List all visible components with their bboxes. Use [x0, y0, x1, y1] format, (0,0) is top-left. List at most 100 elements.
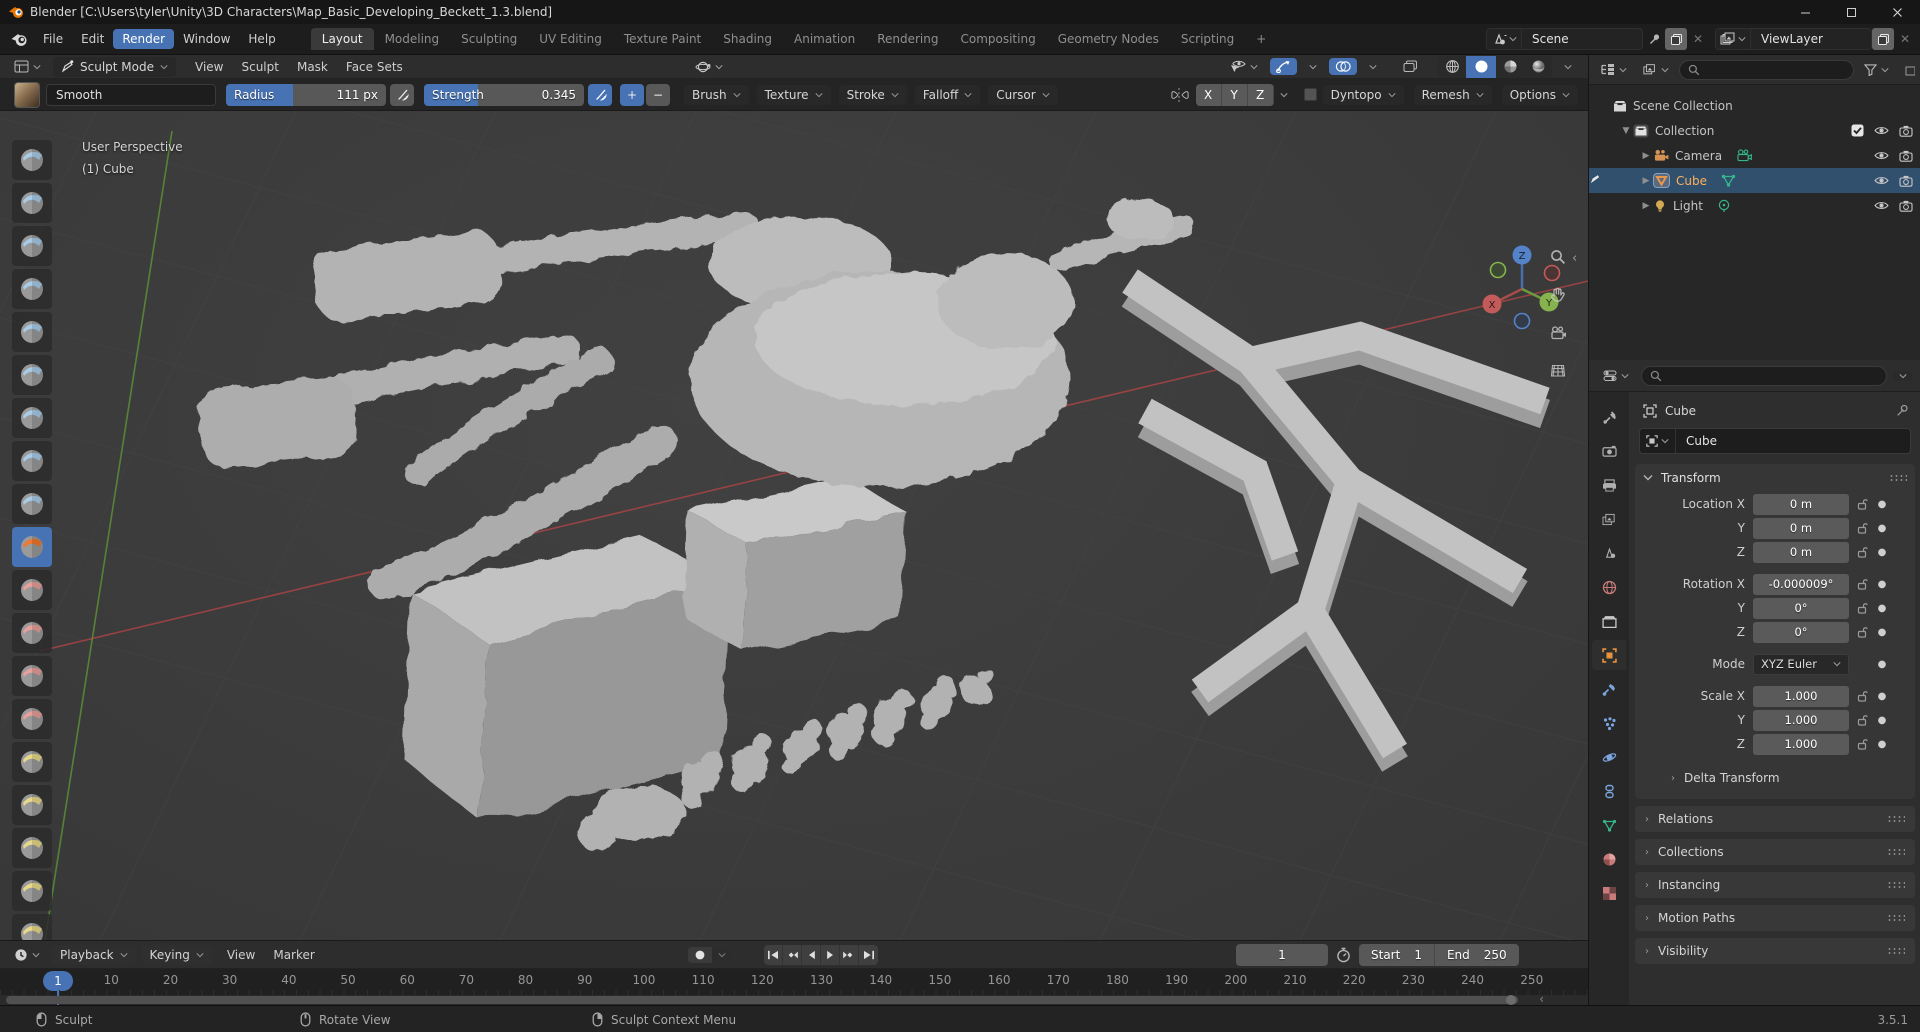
symmetry-z-toggle[interactable]: Z — [1248, 84, 1274, 106]
timeline-menu-view[interactable]: View — [218, 945, 264, 965]
panel-grip[interactable] — [1887, 848, 1905, 856]
brush-thumbnail[interactable] — [14, 82, 40, 108]
frame-tick-110[interactable]: 110 — [692, 973, 715, 987]
properties-search-input[interactable] — [1641, 366, 1887, 386]
lock-open-icon[interactable] — [1849, 738, 1875, 750]
frame-tick-60[interactable]: 60 — [400, 973, 415, 987]
brush-multiplane-scrape[interactable] — [12, 656, 52, 696]
animate-dot[interactable]: ● — [1875, 659, 1889, 670]
frame-tick-30[interactable]: 30 — [222, 973, 237, 987]
menu-file[interactable]: File — [34, 29, 72, 49]
frame-tick-70[interactable]: 70 — [459, 973, 474, 987]
timeline-editor-selector[interactable] — [8, 946, 46, 964]
timeline-menu-marker[interactable]: Marker — [264, 945, 323, 965]
transform-value-field[interactable]: 0 m — [1753, 542, 1849, 563]
shading-wireframe-button[interactable] — [1438, 56, 1466, 78]
workspace-tab-modeling[interactable]: Modeling — [374, 28, 451, 50]
eye-toggle-icon[interactable] — [1874, 175, 1889, 186]
frame-tick-210[interactable]: 210 — [1284, 973, 1307, 987]
outliner-item-label[interactable]: Camera — [1675, 149, 1722, 163]
current-frame-field[interactable]: 1 — [1236, 944, 1328, 966]
transform-value-field[interactable]: 0° — [1753, 598, 1849, 619]
outliner-row-camera[interactable]: ▶Camera — [1589, 143, 1920, 168]
workspace-tab-layout[interactable]: Layout — [311, 28, 374, 50]
properties-tab-view-layer[interactable] — [1592, 504, 1626, 534]
outliner-item-label[interactable]: Cube — [1676, 174, 1707, 188]
frame-tick-200[interactable]: 200 — [1224, 973, 1247, 987]
new-collection-button[interactable] — [1899, 62, 1915, 78]
add-workspace-button[interactable]: + — [1245, 28, 1277, 50]
timeline-scrollbar[interactable] — [6, 996, 1518, 1004]
viewport-menu-face-sets[interactable]: Face Sets — [337, 57, 412, 77]
properties-tab-texture[interactable] — [1592, 878, 1626, 908]
shading-solid-button[interactable] — [1466, 56, 1496, 78]
direction-subtract-button[interactable]: − — [646, 84, 670, 106]
jump-to-end-button[interactable] — [859, 945, 878, 965]
properties-tab-object[interactable] — [1592, 640, 1626, 670]
lock-open-icon[interactable] — [1849, 522, 1875, 534]
show-overlays-toggle[interactable] — [1329, 58, 1357, 75]
frame-tick-170[interactable]: 170 — [1047, 973, 1070, 987]
strength-pressure-toggle[interactable] — [588, 84, 612, 106]
outliner-item-label[interactable]: Light — [1673, 199, 1703, 213]
brush-snake-hook[interactable] — [12, 828, 52, 868]
new-scene-button[interactable] — [1665, 28, 1687, 50]
play-button[interactable] — [821, 945, 840, 965]
frame-tick-140[interactable]: 140 — [869, 973, 892, 987]
properties-tab-object-data[interactable] — [1592, 810, 1626, 840]
frame-tick-10[interactable]: 10 — [104, 973, 119, 987]
lock-open-icon[interactable] — [1849, 690, 1875, 702]
gizmo-z-neg[interactable] — [1515, 314, 1530, 329]
panel-instancing[interactable]: ›Instancing — [1635, 872, 1915, 898]
frame-tick-20[interactable]: 20 — [163, 973, 178, 987]
disclosure-triangle-icon[interactable]: ▶ — [1639, 201, 1653, 211]
frame-tick-180[interactable]: 180 — [1106, 973, 1129, 987]
lock-open-icon[interactable] — [1849, 578, 1875, 590]
new-viewlayer-button[interactable] — [1872, 28, 1894, 50]
lock-open-icon[interactable] — [1849, 626, 1875, 638]
grid-view-icon[interactable] — [1546, 359, 1570, 383]
viewport-menu-sculpt[interactable]: Sculpt — [232, 57, 287, 77]
frame-tick-190[interactable]: 190 — [1165, 973, 1188, 987]
brush-draw[interactable] — [12, 140, 52, 180]
animate-dot[interactable]: ● — [1875, 603, 1889, 614]
symmetry-x-toggle[interactable]: X — [1196, 84, 1222, 106]
radius-pressure-toggle[interactable] — [390, 84, 414, 106]
panel-grip[interactable] — [1887, 815, 1905, 823]
brush-scrape[interactable] — [12, 613, 52, 653]
eye-toggle-icon[interactable] — [1874, 200, 1889, 211]
properties-tab-physics[interactable] — [1592, 742, 1626, 772]
end-frame-field[interactable]: End250 — [1435, 944, 1519, 966]
brush-pose[interactable] — [12, 914, 52, 940]
properties-tab-tool[interactable] — [1592, 402, 1626, 432]
object-name-field[interactable]: Cube — [1639, 428, 1911, 454]
workspace-tab-animation[interactable]: Animation — [783, 28, 866, 50]
panel-grip[interactable] — [1887, 914, 1905, 922]
gizmo-y-neg[interactable] — [1491, 263, 1506, 278]
cursor-popover[interactable]: Cursor — [988, 85, 1057, 105]
next-keyframe-button[interactable] — [840, 945, 859, 965]
maximize-button[interactable] — [1828, 0, 1874, 24]
eye-toggle-icon[interactable] — [1874, 125, 1889, 136]
animate-dot[interactable]: ● — [1875, 547, 1889, 558]
menu-render[interactable]: Render — [113, 29, 174, 49]
radius-slider[interactable]: Radius111 px — [226, 84, 386, 106]
properties-tab-material[interactable] — [1592, 844, 1626, 874]
brush-draw-sharp[interactable] — [12, 183, 52, 223]
symmetry-y-toggle[interactable]: Y — [1222, 84, 1248, 106]
brush-flatten[interactable] — [12, 570, 52, 610]
direction-add-button[interactable]: + — [620, 84, 644, 106]
strength-slider[interactable]: Strength0.345 — [424, 84, 584, 106]
properties-tab-render[interactable] — [1592, 436, 1626, 466]
frame-tick-80[interactable]: 80 — [518, 973, 533, 987]
outliner-row-light[interactable]: ▶ Light — [1589, 193, 1920, 218]
properties-tab-constraints[interactable] — [1592, 776, 1626, 806]
properties-tab-particles[interactable] — [1592, 708, 1626, 738]
minimize-button[interactable] — [1782, 0, 1828, 24]
brush-clay-thumb[interactable] — [12, 312, 52, 352]
workspace-tab-scripting[interactable]: Scripting — [1170, 28, 1245, 50]
frame-tick-120[interactable]: 120 — [751, 973, 774, 987]
frame-tick-150[interactable]: 150 — [928, 973, 951, 987]
frame-tick-250[interactable]: 250 — [1520, 973, 1543, 987]
frame-tick-160[interactable]: 160 — [988, 973, 1011, 987]
